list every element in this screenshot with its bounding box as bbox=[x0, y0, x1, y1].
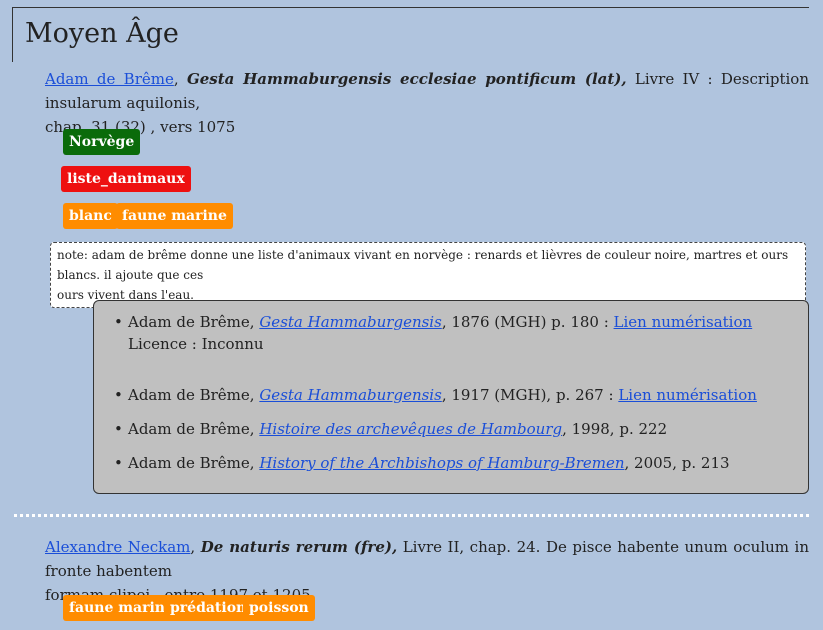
reference-item: • Adam de Brême, Gesta Hammaburgensis, 1… bbox=[108, 311, 798, 355]
note-box: note: adam de brême donne une liste d'an… bbox=[50, 242, 806, 308]
author-link[interactable]: Adam de Brême bbox=[45, 70, 174, 88]
reference-title-link[interactable]: Gesta Hammaburgensis bbox=[259, 386, 441, 404]
reference-title-link[interactable]: Histoire des archevêques de Hambourg bbox=[259, 420, 562, 438]
entry-citation: Adam de Brême, Gesta Hammaburgensis eccl… bbox=[45, 67, 809, 139]
tag-theme[interactable]: faune marine bbox=[63, 595, 180, 621]
digitization-link[interactable]: Lien numérisation bbox=[618, 386, 757, 404]
bullet-icon: • bbox=[114, 454, 123, 472]
work-title: Gesta Hammaburgensis ecclesiae pontificu… bbox=[186, 70, 627, 88]
tag-theme[interactable]: prédation bbox=[164, 595, 253, 621]
reference-title-link[interactable]: History of the Archbishops of Hamburg-Br… bbox=[259, 454, 624, 472]
citation-separator: , bbox=[190, 538, 201, 556]
tag-list[interactable]: liste_danimaux bbox=[61, 166, 191, 192]
bullet-icon: • bbox=[114, 313, 123, 331]
bullet-icon: • bbox=[114, 386, 123, 404]
reference-title-link[interactable]: Gesta Hammaburgensis bbox=[259, 313, 441, 331]
tag-theme[interactable]: poisson bbox=[243, 595, 315, 621]
references-box: • Adam de Brême, Gesta Hammaburgensis, 1… bbox=[93, 300, 809, 494]
reference-item: • Adam de Brême, History of the Archbish… bbox=[114, 454, 730, 472]
reference-item: • Adam de Brême, Histoire des archevêque… bbox=[114, 420, 668, 438]
licence-text: Licence : Inconnu bbox=[128, 335, 264, 353]
section-title: Moyen Âge bbox=[25, 18, 179, 49]
tag-color[interactable]: blanc bbox=[63, 203, 118, 229]
tag-location[interactable]: Norvège bbox=[63, 129, 141, 155]
section-header: Moyen Âge bbox=[12, 7, 809, 62]
note-text: note: adam de brême donne une liste d'an… bbox=[57, 248, 789, 282]
bullet-icon: • bbox=[114, 420, 123, 438]
citation-separator: , bbox=[173, 70, 187, 88]
work-title: De naturis rerum (fre), bbox=[200, 538, 398, 556]
author-link[interactable]: Alexandre Neckam bbox=[45, 538, 190, 556]
entry-separator bbox=[14, 514, 809, 517]
tag-theme[interactable]: faune marine bbox=[116, 203, 233, 229]
digitization-link[interactable]: Lien numérisation bbox=[614, 313, 753, 331]
reference-item: • Adam de Brême, Gesta Hammaburgensis, 1… bbox=[114, 386, 757, 404]
